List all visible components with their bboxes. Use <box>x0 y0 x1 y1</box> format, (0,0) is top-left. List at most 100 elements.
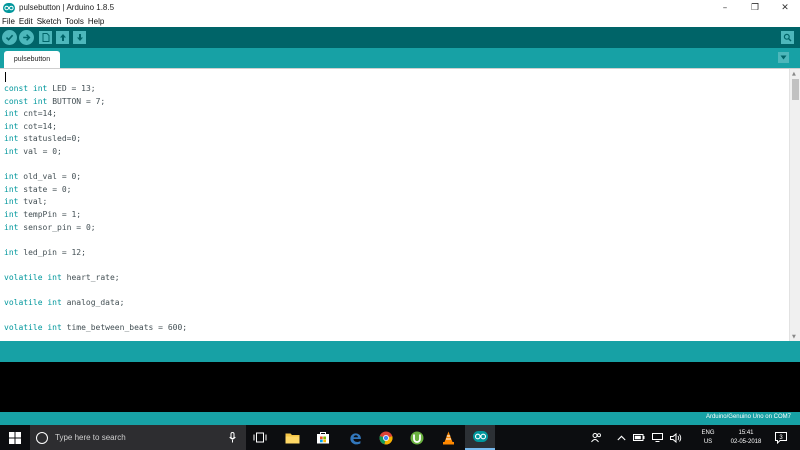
clock[interactable]: 15:41 02-05-2018 <box>723 425 769 450</box>
clock-date: 02-05-2018 <box>730 438 762 445</box>
open-sketch-button[interactable] <box>56 31 69 44</box>
title-bar: pulsebutton | Arduino 1.8.5 – ❐ ✕ <box>0 0 800 15</box>
open-icon <box>59 34 66 41</box>
search-placeholder: Type here to search <box>55 433 126 442</box>
menu-bar: File Edit Sketch Tools Help <box>0 15 800 27</box>
chrome-icon <box>379 431 393 444</box>
microphone-icon[interactable] <box>229 432 236 443</box>
code-line[interactable]: volatile int analog_data; <box>4 297 187 310</box>
upload-button[interactable] <box>19 30 34 45</box>
volume-button[interactable] <box>668 425 684 450</box>
close-button[interactable]: ✕ <box>770 0 800 15</box>
action-center-button[interactable]: 3 <box>770 425 792 450</box>
save-icon <box>76 34 83 41</box>
menu-help[interactable]: Help <box>88 17 104 26</box>
language-label: ENG <box>701 429 715 436</box>
store-button[interactable] <box>308 425 338 450</box>
code-editor[interactable]: const int LED = 13; const int BUTTON = 7;… <box>0 68 800 341</box>
board-port-label: Arduino/Genuino Uno on COM7 <box>705 414 791 420</box>
network-button[interactable] <box>650 425 664 450</box>
region-label: US <box>703 438 713 445</box>
scrollbar-thumb[interactable] <box>792 79 799 100</box>
code-line[interactable]: const int LED = 13; <box>4 83 187 96</box>
board-status-bar: Arduino/Genuino Uno on COM7 <box>0 412 800 425</box>
code-line[interactable]: int old_val = 0; <box>4 171 187 184</box>
new-sketch-button[interactable] <box>39 31 52 44</box>
code-line[interactable]: int statusled=0; <box>4 133 187 146</box>
chrome-button[interactable] <box>371 425 401 450</box>
new-icon <box>42 33 49 42</box>
code-line[interactable] <box>4 234 187 247</box>
code-line[interactable]: int state = 0; <box>4 184 187 197</box>
text-cursor <box>5 72 6 82</box>
battery-button[interactable] <box>632 425 646 450</box>
scroll-up-icon[interactable]: ▲ <box>792 71 796 77</box>
arduino-icon <box>472 431 488 442</box>
code-line[interactable] <box>4 285 187 298</box>
edge-icon <box>350 432 361 444</box>
store-icon <box>317 432 329 444</box>
verify-icon <box>5 34 14 41</box>
toolbar <box>0 27 800 48</box>
code-line[interactable]: int sensor_pin = 0; <box>4 222 187 235</box>
code-line[interactable]: int cot=14; <box>4 121 187 134</box>
maximize-button[interactable]: ❐ <box>740 0 770 15</box>
network-icon <box>651 433 663 442</box>
minimize-button[interactable]: – <box>710 0 740 15</box>
arduino-logo-icon <box>3 2 15 13</box>
code-line[interactable]: volatile int heart_rate; <box>4 272 187 285</box>
serial-monitor-button[interactable] <box>781 31 794 44</box>
menu-tools[interactable]: Tools <box>65 17 84 26</box>
code-area[interactable]: const int LED = 13; const int BUTTON = 7;… <box>4 83 187 335</box>
chevron-down-icon <box>780 55 787 60</box>
vlc-button[interactable] <box>433 425 463 450</box>
code-line[interactable] <box>4 159 187 172</box>
start-button[interactable] <box>0 425 30 450</box>
tab-bar: pulsebutton <box>0 48 800 68</box>
notification-icon: 3 <box>774 431 787 444</box>
tab-menu-button[interactable] <box>778 52 789 63</box>
file-explorer-icon <box>285 433 299 443</box>
utorrent-icon <box>410 431 424 444</box>
verify-button[interactable] <box>2 30 17 45</box>
arduino-taskbar-button[interactable] <box>465 425 495 450</box>
serial-monitor-icon <box>783 33 792 42</box>
console-output[interactable] <box>0 362 800 412</box>
code-line[interactable] <box>4 259 187 272</box>
people-button[interactable] <box>588 425 604 450</box>
code-line[interactable]: int cnt=14; <box>4 108 187 121</box>
vlc-icon <box>442 431 454 444</box>
taskbar-search-box[interactable]: Type here to search <box>30 425 246 450</box>
vertical-scrollbar[interactable]: ▲ ▼ <box>789 69 800 341</box>
file-explorer-button[interactable] <box>277 425 307 450</box>
edge-button[interactable] <box>340 425 370 450</box>
battery-icon <box>633 434 645 441</box>
menu-sketch[interactable]: Sketch <box>37 17 61 26</box>
people-icon <box>590 433 601 443</box>
clock-time: 15:41 <box>738 429 754 436</box>
input-language-button[interactable]: ENG US <box>693 425 723 450</box>
save-sketch-button[interactable] <box>73 31 86 44</box>
chevron-up-icon <box>616 435 626 440</box>
code-line[interactable] <box>4 310 187 323</box>
task-view-button[interactable] <box>245 425 275 450</box>
windows-logo-icon <box>9 431 21 444</box>
code-line[interactable]: int val = 0; <box>4 146 187 159</box>
code-line[interactable]: int tempPin = 1; <box>4 209 187 222</box>
upload-icon <box>23 34 31 41</box>
cortana-icon <box>36 431 48 444</box>
windows-taskbar: Type here to search ENG US 15:41 02-05-2… <box>0 425 800 450</box>
utorrent-button[interactable] <box>402 425 432 450</box>
menu-edit[interactable]: Edit <box>19 17 33 26</box>
menu-file[interactable]: File <box>2 17 15 26</box>
scroll-down-icon[interactable]: ▼ <box>792 334 796 340</box>
tab-pulsebutton[interactable]: pulsebutton <box>4 51 60 68</box>
show-hidden-icons-button[interactable] <box>614 425 628 450</box>
status-bar <box>0 341 800 362</box>
window-title: pulsebutton | Arduino 1.8.5 <box>19 3 115 12</box>
code-line[interactable]: int tval; <box>4 196 187 209</box>
code-line[interactable]: const int BUTTON = 7; <box>4 96 187 109</box>
code-line[interactable]: volatile int time_between_beats = 600; <box>4 322 187 335</box>
code-line[interactable]: int led_pin = 12; <box>4 247 187 260</box>
volume-icon <box>670 432 682 443</box>
